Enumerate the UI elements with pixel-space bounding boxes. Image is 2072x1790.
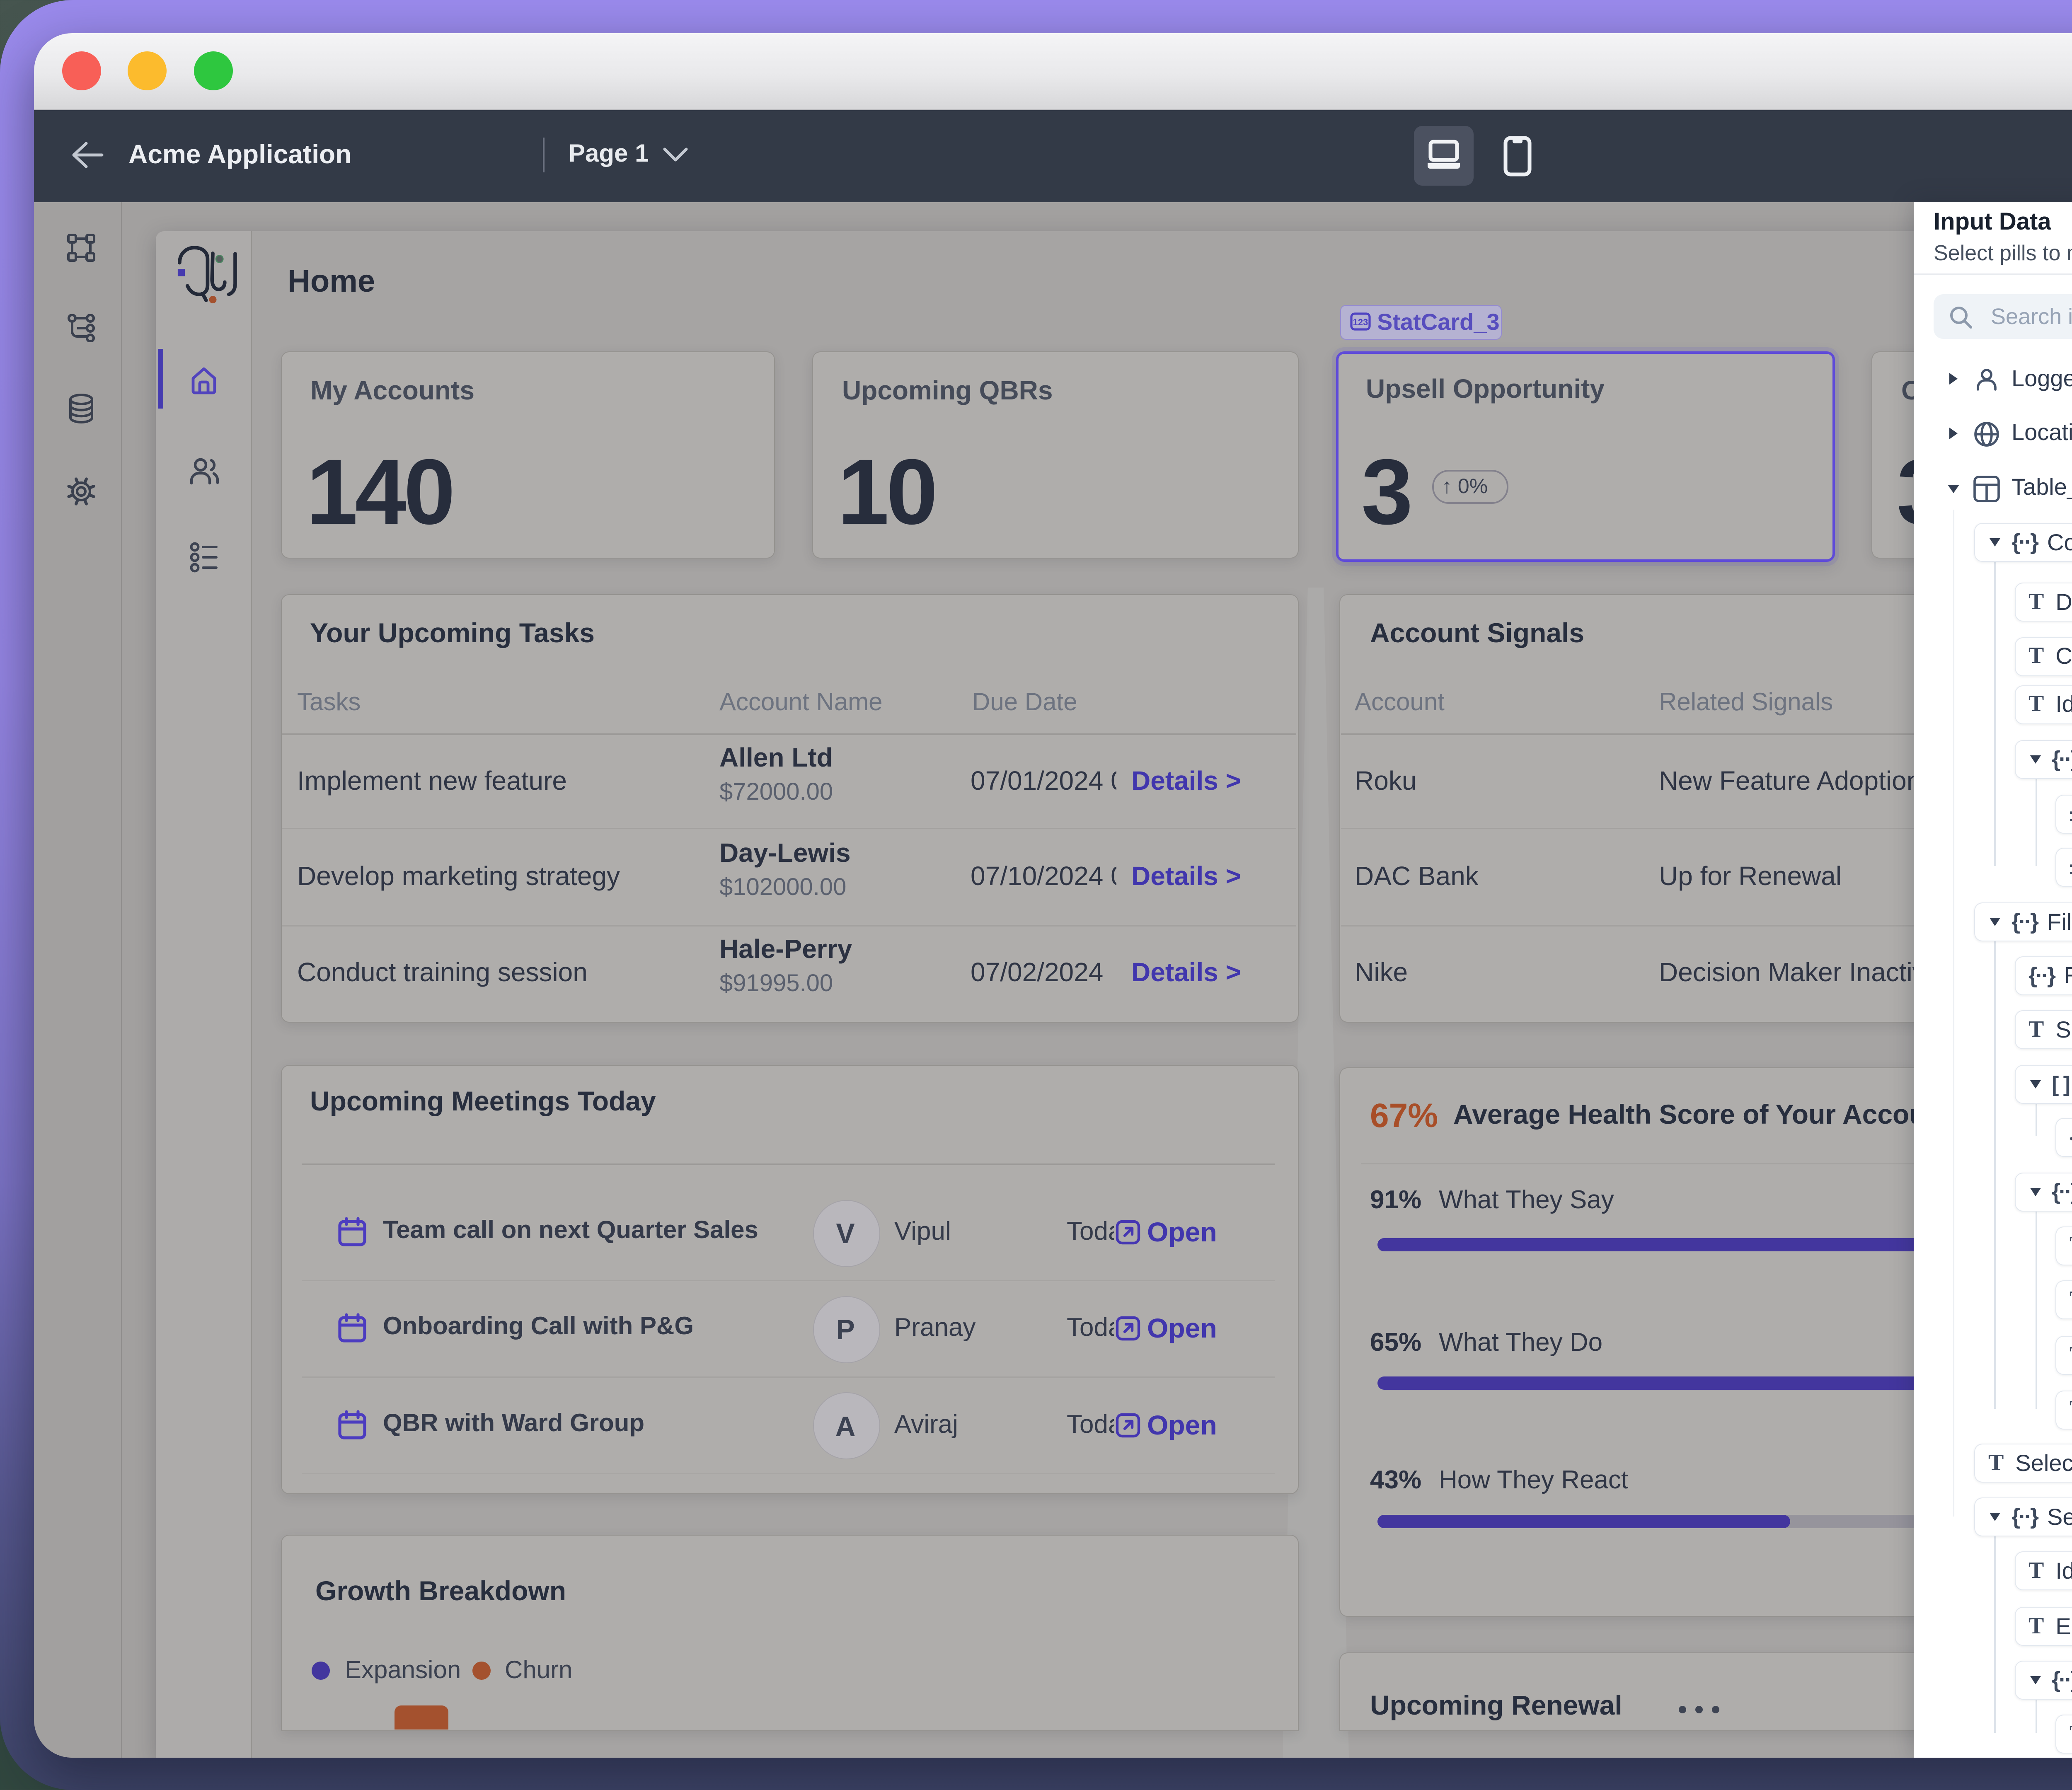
svg-text:123: 123: [1353, 317, 1368, 327]
